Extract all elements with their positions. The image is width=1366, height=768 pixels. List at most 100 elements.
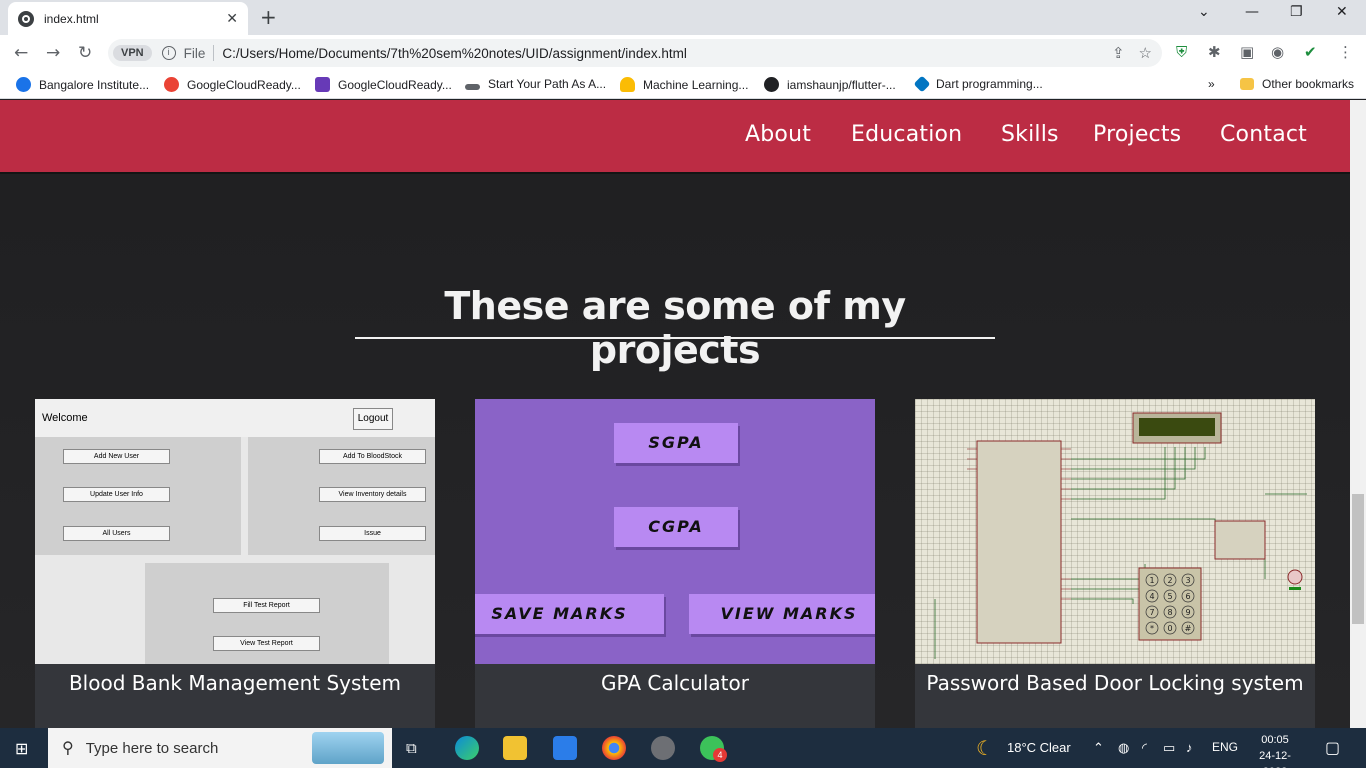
network-icon[interactable]: ◜ [1142, 740, 1147, 756]
dart-icon [913, 75, 931, 93]
bookmark-item[interactable]: GoogleCloudReady... [164, 77, 301, 92]
taskbar-search[interactable]: ⚲ Type here to search [48, 728, 392, 768]
file-explorer-icon[interactable] [503, 736, 527, 760]
bookmark-label: Dart programming... [936, 77, 1043, 91]
projects-heading: These are some of my projects [444, 284, 906, 372]
brave-icon[interactable] [651, 736, 675, 760]
chrome-icon[interactable] [602, 736, 626, 760]
profile-icon[interactable]: ◉ [1271, 43, 1284, 61]
folder-icon [1240, 78, 1254, 90]
language-indicator[interactable]: ENG [1212, 740, 1238, 754]
project-card[interactable]: SGPA CGPA SAVE MARKS VIEW MARKS GPA Calc… [475, 399, 875, 728]
vpn-badge[interactable]: VPN [113, 45, 152, 61]
close-window-icon[interactable]: ✕ [1336, 4, 1348, 20]
project-title: Blood Bank Management System [68, 671, 402, 695]
search-placeholder: Type here to search [85, 739, 219, 757]
forward-icon[interactable]: → [46, 43, 60, 63]
project-screenshot: 1 2 3 4 5 6 7 8 9 * 0 # [915, 399, 1315, 664]
bookmark-item[interactable]: iamshaunjp/flutter-... [764, 77, 896, 92]
cgpa-button: CGPA [614, 507, 738, 547]
chevron-up-icon[interactable]: ⌃ [1093, 740, 1104, 756]
project-card[interactable]: Welcome Logout Add New User Update User … [35, 399, 435, 728]
bookmarks-overflow-button[interactable]: » [1208, 77, 1215, 91]
menu-icon[interactable]: ⋮ [1338, 43, 1353, 61]
bookmark-star-icon[interactable]: ☆ [1139, 44, 1152, 62]
nav-link-skills[interactable]: Skills [1001, 122, 1059, 147]
nav-link-contact[interactable]: Contact [1220, 122, 1307, 147]
browser-tab[interactable]: index.html ✕ [8, 2, 248, 35]
shield-extension-icon[interactable]: ⛨ [1176, 43, 1187, 61]
update-user-button: Update User Info [63, 487, 170, 502]
keypad-key: 7 [1149, 608, 1154, 617]
clock-date: 24-12-2022 [1259, 750, 1291, 768]
weather-text[interactable]: 18°C Clear [1007, 740, 1071, 755]
close-tab-icon[interactable]: ✕ [226, 11, 238, 27]
minimize-icon[interactable]: — [1245, 4, 1259, 20]
bookmark-item[interactable]: GoogleCloudReady... [315, 77, 452, 92]
keypad-key: 6 [1185, 592, 1190, 601]
keypad-key: 2 [1167, 576, 1172, 585]
bookmark-item[interactable]: Bangalore Institute... [16, 77, 149, 92]
nav-link-projects[interactable]: Projects [1093, 122, 1181, 147]
keypad-key: 8 [1167, 608, 1172, 617]
volume-icon[interactable]: ♪ [1186, 740, 1193, 755]
moon-weather-icon[interactable]: ☾ [976, 736, 994, 760]
info-icon[interactable]: i [161, 46, 176, 60]
edge-icon[interactable] [455, 736, 479, 760]
project-card[interactable]: 1 2 3 4 5 6 7 8 9 * 0 # Password Based D… [915, 399, 1315, 728]
github-icon [764, 77, 779, 92]
windows-start-icon[interactable]: ⊞ [15, 739, 28, 758]
side-panel-icon[interactable]: ▣ [1240, 43, 1254, 61]
battery-icon[interactable]: ▭ [1163, 740, 1175, 756]
project-screenshot: SGPA CGPA SAVE MARKS VIEW MARKS [475, 399, 875, 664]
google-icon [164, 77, 179, 92]
project-screenshot: Welcome Logout Add New User Update User … [35, 399, 435, 664]
scrollbar-thumb[interactable] [1352, 494, 1364, 624]
other-bookmarks-label: Other bookmarks [1262, 77, 1355, 91]
sgpa-button: SGPA [614, 423, 738, 463]
bookmark-favicon-icon [16, 77, 31, 92]
cloud-icon [620, 77, 635, 92]
bookmark-item[interactable]: Dart programming... [913, 75, 1043, 93]
bookmark-label: iamshaunjp/flutter-... [787, 77, 896, 92]
view-test-report-button: View Test Report [213, 636, 320, 651]
bookmark-label: Bangalore Institute... [39, 77, 150, 92]
bookmark-item[interactable]: Start Your Path As A... [465, 77, 606, 91]
security-extension-icon[interactable]: ✔ [1304, 43, 1317, 61]
search-highlight-icon [312, 732, 384, 764]
keypad-key: 9 [1185, 608, 1190, 617]
reload-icon[interactable]: ↻ [78, 43, 92, 63]
share-icon[interactable]: ⇪ [1112, 44, 1125, 62]
bookmark-item[interactable]: Machine Learning... [620, 77, 748, 92]
keypad-key: 0 [1167, 624, 1172, 633]
new-tab-icon[interactable]: + [260, 5, 277, 29]
nav-link-education[interactable]: Education [851, 122, 962, 147]
restore-icon[interactable]: ❐ [1290, 4, 1303, 20]
globe-icon [18, 10, 34, 27]
url-text[interactable]: C:/Users/Home/Documents/7th%20sem%20note… [222, 46, 686, 61]
clock-time: 00:05 [1261, 734, 1289, 746]
task-view-icon[interactable]: ⧉ [406, 739, 417, 757]
address-bar[interactable]: VPN i File C:/Users/Home/Documents/7th%2… [108, 39, 1162, 67]
form-icon [315, 77, 330, 92]
page-scrollbar[interactable] [1350, 100, 1366, 728]
tab-search-icon[interactable]: ⌄ [1198, 4, 1210, 20]
search-icon: ⚲ [62, 740, 74, 757]
back-icon[interactable]: ← [14, 43, 28, 63]
file-label: File [183, 45, 206, 61]
keypad-key: # [1185, 624, 1192, 633]
extensions-icon[interactable]: ✱ [1208, 43, 1221, 61]
cisco-icon [465, 83, 480, 90]
other-bookmarks[interactable]: Other bookmarks [1240, 77, 1354, 91]
clock[interactable]: 00:05 24-12-2022 [1250, 732, 1300, 768]
all-users-button: All Users [63, 526, 170, 541]
bookmark-label: GoogleCloudReady... [187, 77, 301, 92]
bookmark-label: GoogleCloudReady... [338, 77, 452, 92]
bookmark-label: Start Your Path As A... [488, 77, 607, 91]
meet-icon[interactable]: ◍ [1118, 740, 1129, 756]
notifications-icon[interactable]: ▢ [1325, 738, 1340, 757]
nav-link-about[interactable]: About [745, 122, 811, 147]
browser-toolbar: ← → ↻ VPN i File C:/Users/Home/Documents… [0, 35, 1366, 71]
store-icon[interactable] [553, 736, 577, 760]
issue-button: Issue [319, 526, 426, 541]
